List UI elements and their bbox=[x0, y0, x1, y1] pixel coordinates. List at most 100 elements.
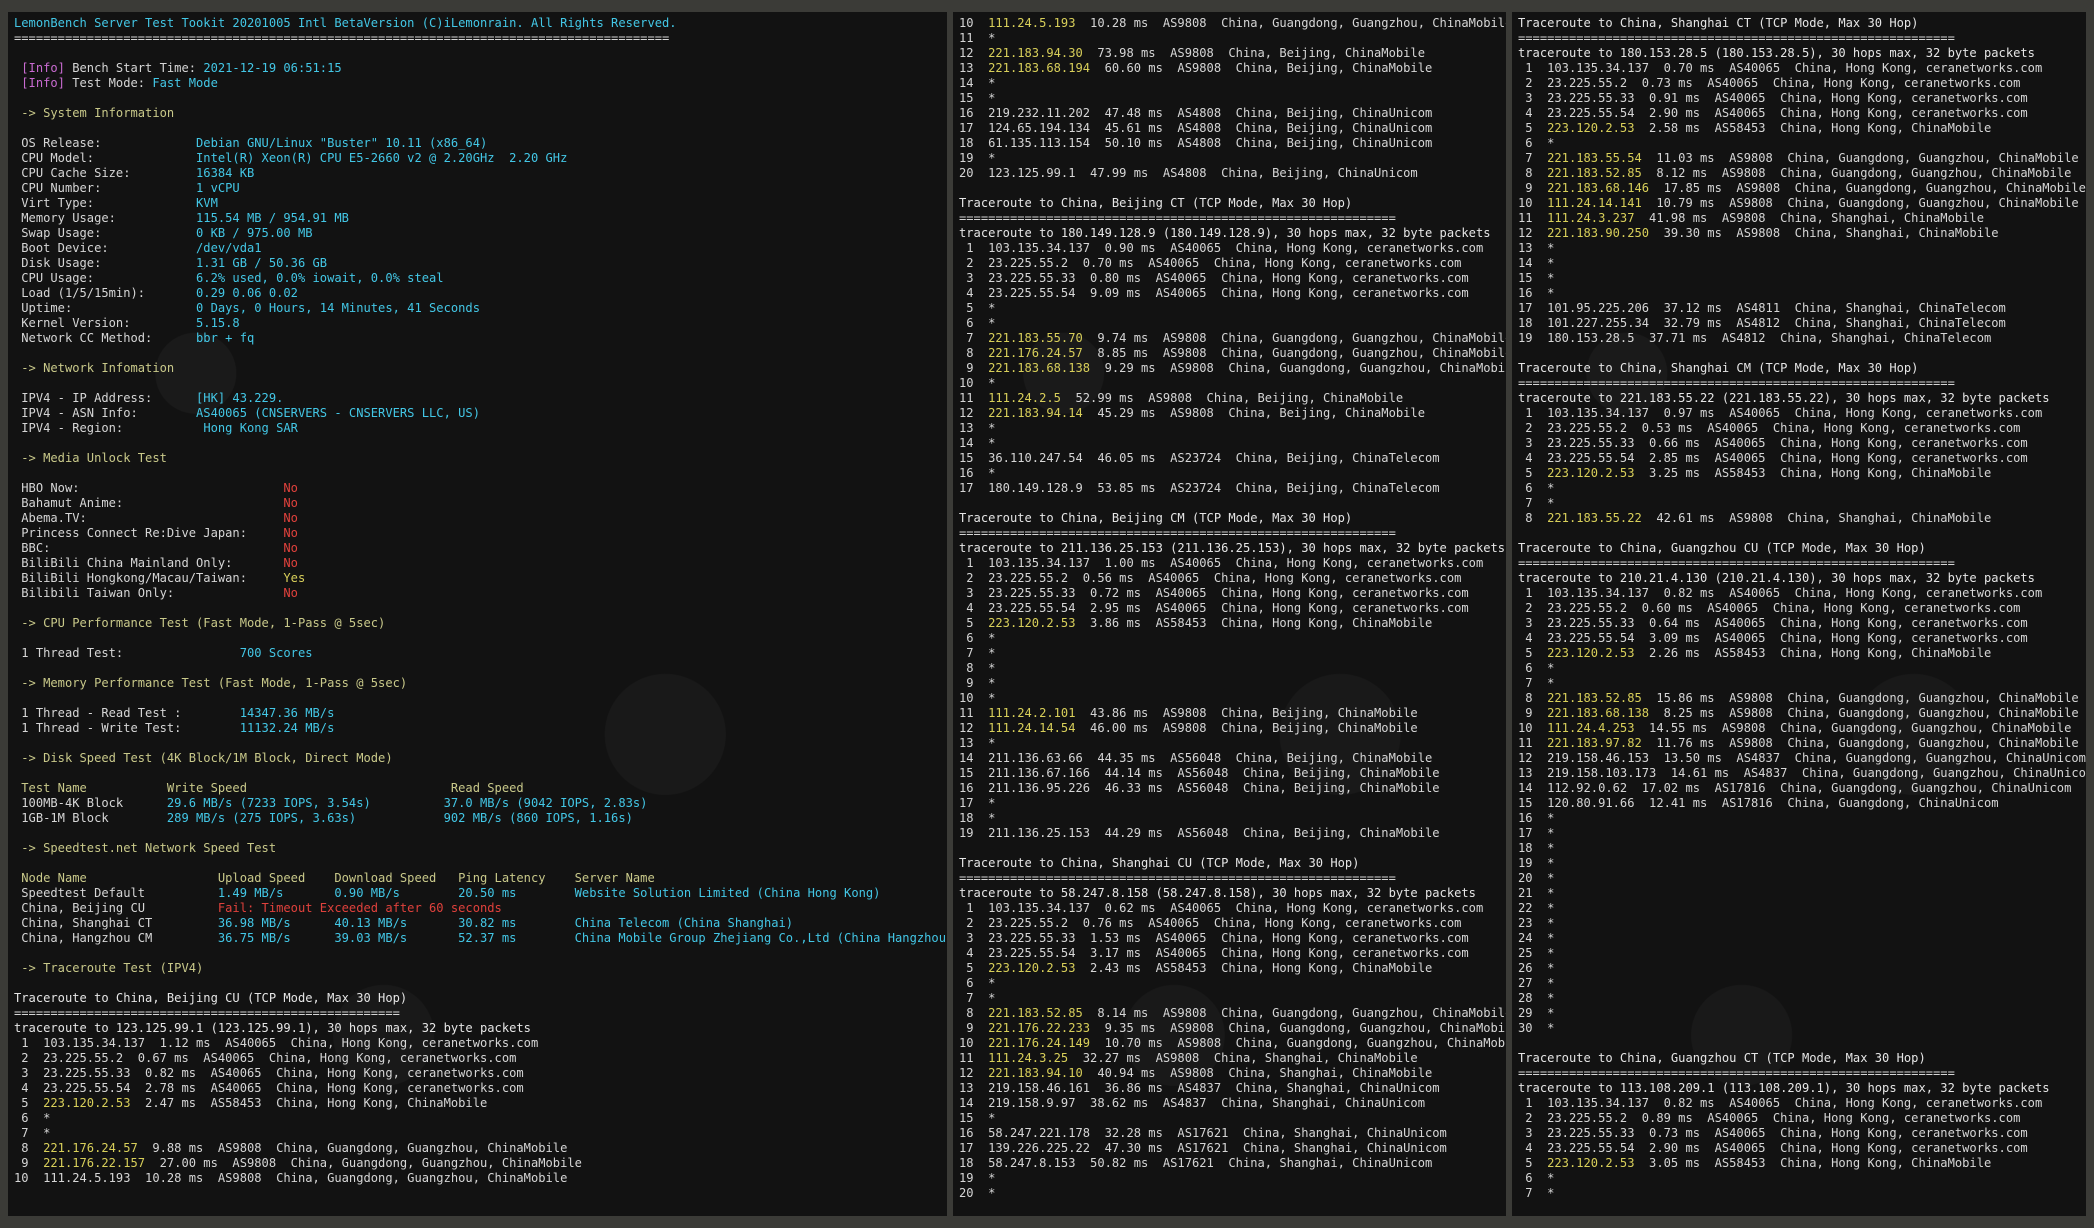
terminal-line: 3 23.225.55.33 0.73 ms AS40065 China, Ho… bbox=[1518, 1126, 2086, 1141]
terminal-text-segment: 16 219.232.11.202 47.48 ms AS4808 China,… bbox=[959, 106, 1433, 120]
terminal-line: 3 23.225.55.33 0.64 ms AS40065 China, Ho… bbox=[1518, 616, 2086, 631]
terminal-text-segment: 11 bbox=[1518, 736, 1548, 750]
terminal-text-segment: Traceroute to China, Beijing CT (TCP Mod… bbox=[959, 196, 1353, 210]
terminal-text-segment: 16 58.247.221.178 32.28 ms AS17621 China… bbox=[959, 1126, 1447, 1140]
terminal-text-segment: 11 * bbox=[959, 31, 996, 45]
terminal-text-segment: Traceroute to China, Guangzhou CU (TCP M… bbox=[1518, 541, 1926, 555]
terminal-line: 17 139.226.225.22 47.30 ms AS17621 China… bbox=[959, 1141, 1506, 1156]
terminal-text-segment: 1 103.135.34.137 0.62 ms AS40065 China, … bbox=[959, 901, 1484, 915]
terminal-pane-right[interactable]: Traceroute to China, Shanghai CT (TCP Mo… bbox=[1512, 12, 2086, 1216]
terminal-line: 9 221.183.68.138 8.25 ms AS9808 China, G… bbox=[1518, 706, 2086, 721]
terminal-text-segment: 16 211.136.95.226 46.33 ms AS56048 China… bbox=[959, 781, 1440, 795]
terminal-line: 27 * bbox=[1518, 976, 2086, 991]
terminal-line: Bilibili Taiwan Only: No bbox=[14, 586, 947, 601]
terminal-text-segment: 19 * bbox=[1518, 856, 1555, 870]
terminal-line: 6 * bbox=[1518, 481, 2086, 496]
terminal-text-segment: 221.176.22.233 bbox=[988, 1021, 1091, 1035]
terminal-line: CPU Number: 1 vCPU bbox=[14, 181, 947, 196]
terminal-text-segment: 12 bbox=[959, 406, 989, 420]
terminal-line: 18 61.135.113.154 50.10 ms AS4808 China,… bbox=[959, 136, 1506, 151]
terminal-text-segment: 111.24.3.25 bbox=[988, 1051, 1069, 1065]
terminal-text-segment: 8.25 ms AS9808 China, Guangdong, Guangzh… bbox=[1649, 706, 2079, 720]
terminal-text-segment: ========================================… bbox=[1518, 376, 1955, 390]
terminal-line: 19 211.136.25.153 44.29 ms AS56048 China… bbox=[959, 826, 1506, 841]
terminal-line: 12 221.183.90.250 39.30 ms AS9808 China,… bbox=[1518, 226, 2086, 241]
terminal-line: 1 103.135.34.137 0.70 ms AS40065 China, … bbox=[1518, 61, 2086, 76]
terminal-text-segment: 2 23.225.55.2 0.76 ms AS40065 China, Hon… bbox=[959, 916, 1462, 930]
terminal-text-segment: 1 vCPU bbox=[196, 181, 240, 195]
terminal-line: ========================================… bbox=[959, 871, 1506, 886]
terminal-line: 3 23.225.55.33 0.91 ms AS40065 China, Ho… bbox=[1518, 91, 2086, 106]
terminal-text-segment: IPV4 - IP Address: bbox=[14, 391, 197, 405]
terminal-line: Traceroute to China, Beijing CT (TCP Mod… bbox=[959, 196, 1506, 211]
terminal-text-segment: traceroute to 180.149.128.9 (180.149.128… bbox=[959, 226, 1491, 240]
terminal-line: 10 111.24.4.253 14.55 ms AS9808 China, G… bbox=[1518, 721, 2086, 736]
terminal-text-segment: 10 bbox=[1518, 721, 1548, 735]
terminal-text-segment: 3 23.225.55.33 0.82 ms AS40065 China, Ho… bbox=[14, 1066, 524, 1080]
terminal-text-segment: 221.183.94.10 bbox=[988, 1066, 1083, 1080]
terminal-line: Traceroute to China, Guangzhou CT (TCP M… bbox=[1518, 1051, 2086, 1066]
terminal-line: 4 23.225.55.54 3.09 ms AS40065 China, Ho… bbox=[1518, 631, 2086, 646]
terminal-text-segment: 10 bbox=[1518, 196, 1548, 210]
terminal-text-segment: BBC: bbox=[14, 541, 284, 555]
terminal-text-segment: 27.00 ms AS9808 China, Guangdong, Guangz… bbox=[145, 1156, 582, 1170]
terminal-text-segment: 11 bbox=[959, 1051, 989, 1065]
terminal-line: 12 221.183.94.10 40.94 ms AS9808 China, … bbox=[959, 1066, 1506, 1081]
terminal-text-segment: 5 bbox=[14, 1096, 44, 1110]
terminal-line: 17 180.149.128.9 53.85 ms AS23724 China,… bbox=[959, 481, 1506, 496]
terminal-text-segment: CPU Model: bbox=[14, 151, 197, 165]
terminal-line: 22 * bbox=[1518, 901, 2086, 916]
terminal-line: China, Hangzhou CM 36.75 MB/s 39.03 MB/s… bbox=[14, 931, 947, 946]
terminal-text-segment: 221.176.24.149 bbox=[988, 1036, 1091, 1050]
terminal-text-segment: 10 bbox=[959, 1036, 989, 1050]
terminal-text-segment: No bbox=[283, 481, 298, 495]
terminal-pane-left[interactable]: LemonBench Server Test Tookit 20201005 I… bbox=[8, 12, 947, 1216]
terminal-text-segment: 700 Scores bbox=[239, 646, 313, 660]
terminal-text-segment: Test Name Write Speed Read Speed bbox=[14, 781, 524, 795]
terminal-text-segment: No bbox=[283, 556, 298, 570]
terminal-line: CPU Cache Size: 16384 KB bbox=[14, 166, 947, 181]
terminal-line: 2 23.225.55.2 0.53 ms AS40065 China, Hon… bbox=[1518, 421, 2086, 436]
terminal-text-segment: Swap Usage: bbox=[14, 226, 197, 240]
terminal-line: ========================================… bbox=[1518, 556, 2086, 571]
terminal-text-segment: 8 bbox=[14, 1141, 44, 1155]
terminal-line: -> Memory Performance Test (Fast Mode, 1… bbox=[14, 676, 947, 691]
terminal-line: 2 23.225.55.2 0.70 ms AS40065 China, Hon… bbox=[959, 256, 1506, 271]
terminal-line: 11 221.183.97.82 11.76 ms AS9808 China, … bbox=[1518, 736, 2086, 751]
terminal-text-segment: 7 * bbox=[959, 991, 996, 1005]
terminal-line: BiliBili Hongkong/Macau/Taiwan: Yes bbox=[14, 571, 947, 586]
terminal-line: 7 221.183.55.70 9.74 ms AS9808 China, Gu… bbox=[959, 331, 1506, 346]
terminal-text-segment: 3 23.225.55.33 0.64 ms AS40065 China, Ho… bbox=[1518, 616, 2028, 630]
terminal-text-segment: 17 * bbox=[959, 796, 996, 810]
terminal-text-segment: 221.183.68.146 bbox=[1547, 181, 1650, 195]
terminal-text-segment: 7 * bbox=[1518, 496, 1555, 510]
terminal-text-segment: 4 23.225.55.54 3.17 ms AS40065 China, Ho… bbox=[959, 946, 1469, 960]
terminal-text-segment: 0.29 0.06 0.02 bbox=[196, 286, 298, 300]
terminal-line: Abema.TV: No bbox=[14, 511, 947, 526]
terminal-text-segment: 4 23.225.55.54 2.78 ms AS40065 China, Ho… bbox=[14, 1081, 524, 1095]
terminal-text-segment: -> Disk Speed Test (4K Block/1M Block, D… bbox=[14, 751, 393, 765]
terminal-line: 8 221.176.24.57 9.88 ms AS9808 China, Gu… bbox=[14, 1141, 947, 1156]
terminal-line: Load (1/5/15min): 0.29 0.06 0.02 bbox=[14, 286, 947, 301]
terminal-line: 2 23.225.55.2 0.56 ms AS40065 China, Hon… bbox=[959, 571, 1506, 586]
terminal-pane-middle[interactable]: 10 111.24.5.193 10.28 ms AS9808 China, G… bbox=[953, 12, 1506, 1216]
terminal-text-segment: 13 * bbox=[959, 736, 996, 750]
terminal-text-segment: 221.176.24.57 bbox=[43, 1141, 138, 1155]
terminal-text-segment: 18 101.227.255.34 32.79 ms AS4812 China,… bbox=[1518, 316, 2006, 330]
terminal-text-segment: 12 bbox=[1518, 226, 1548, 240]
terminal-line: 10 * bbox=[959, 376, 1506, 391]
terminal-line: 10 111.24.5.193 10.28 ms AS9808 China, G… bbox=[14, 1171, 947, 1186]
terminal-line: 16 211.136.95.226 46.33 ms AS56048 China… bbox=[959, 781, 1506, 796]
terminal-text-segment: 4 23.225.55.54 2.85 ms AS40065 China, Ho… bbox=[1518, 451, 2028, 465]
terminal-text-segment: 14 219.158.9.97 38.62 ms AS4837 China, S… bbox=[959, 1096, 1425, 1110]
terminal-text-segment: 9.74 ms AS9808 China, Guangdong, Guangzh… bbox=[1082, 331, 1506, 345]
terminal-output: LemonBench Server Test Tookit 20201005 I… bbox=[14, 16, 947, 1186]
terminal-line: Node Name Upload Speed Download Speed Pi… bbox=[14, 871, 947, 886]
terminal-line: [Info] Bench Start Time: 2021-12-19 06:5… bbox=[14, 61, 947, 76]
terminal-text-segment: Bilibili Taiwan Only: bbox=[14, 586, 284, 600]
terminal-text-segment: 52.99 ms AS9808 China, Beijing, ChinaMob… bbox=[1060, 391, 1404, 405]
